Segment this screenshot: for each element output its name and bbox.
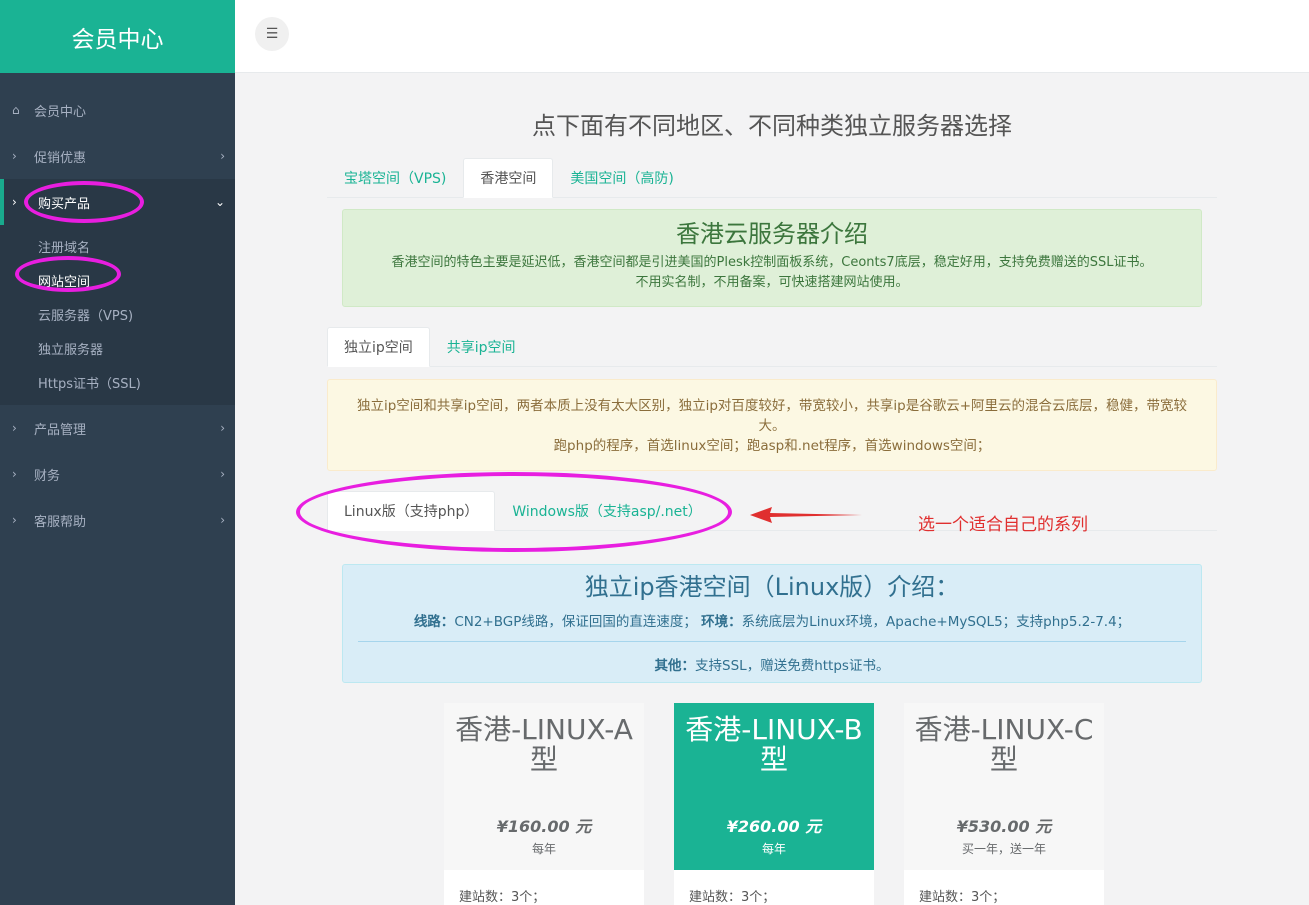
chevron-right-icon: › [220,421,225,435]
plan-price: ¥530.00 元 [956,817,1052,836]
chevron-right-icon: › [220,513,225,527]
region-tabs: 宝塔空间（VPS) 香港空间 美国空间（高防) [327,158,1217,198]
plan-feature: 建站数：3个； [459,890,546,905]
tab-windows[interactable]: Windows版（支持asp/.net） [495,491,718,531]
plan-name: 香港-LINUX-B型 [685,713,863,776]
sidebar-item-label: 促销优惠 [34,150,87,166]
sidebar-submenu: 注册域名 网站空间 云服务器（VPS) 独立服务器 Https证书（SSL) [0,225,235,405]
chevron-right-icon: › [220,149,225,163]
plan-name: 香港-LINUX-A型 [455,713,633,776]
submenu-item-domain[interactable]: 注册域名 [0,229,235,263]
ip-note-line: 跑php的程序，首选linux空间；跑asp和.net程序，首选windows空… [553,438,991,454]
plan-card[interactable]: 香港-LINUX-C型 ¥530.00 元 买一年，送一年 建站数：3个； [904,703,1104,905]
hk-intro-title: 香港云服务器介绍 [676,220,868,248]
plan-header: 香港-LINUX-B型 ¥260.00 元 每年 [674,703,874,870]
submenu-item-vps[interactable]: 云服务器（VPS) [0,297,235,331]
home-icon: ⌂ [12,103,20,117]
plan-period: 买一年，送一年 [961,842,1046,856]
tab-hongkong[interactable]: 香港空间 [463,158,554,198]
sidebar-item-member-center[interactable]: ⌂ 会员中心 [0,87,235,133]
hk-intro-line: 不用实名制，不用备案，可快速搭建网站使用。 [635,275,909,290]
tab-shared-ip[interactable]: 共享ip空间 [430,327,533,367]
chevron-right-icon: › [12,421,17,435]
tab-linux[interactable]: Linux版（支持php） [327,491,496,531]
plan-feature: 建站数：3个； [919,890,1006,905]
plan-header: 香港-LINUX-A型 ¥160.00 元 每年 [444,703,644,870]
chevron-right-icon: › [12,149,17,163]
plan-feature: 建站数：3个； [689,890,776,905]
arrow-icon [750,507,862,523]
chevron-right-icon: › [12,195,17,209]
hk-intro-line: 香港空间的特色主要是延迟低，香港空间都是引进美国的Plesk控制面板系统，Ceo… [391,255,1153,270]
sidebar-item-finance[interactable]: › 财务 › [0,451,235,497]
divider [358,641,1186,642]
other-label: 其他： [654,658,696,674]
route-text: CN2+BGP线路，保证回国的直连速度； [454,614,697,630]
sidebar-item-label: 购买产品 [38,196,91,212]
sidebar-item-label: 会员中心 [34,104,87,120]
main-content: 点下面有不同地区、不同种类独立服务器选择 宝塔空间（VPS) 香港空间 美国空间… [235,74,1309,905]
other-text: 支持SSL，赠送免费https证书。 [695,658,890,674]
linux-intro-title: 独立ip香港空间（Linux版）介绍： [584,573,960,601]
chevron-right-icon: › [12,467,17,481]
plan-period: 每年 [761,842,786,856]
chevron-down-icon: ⌄ [214,195,225,209]
annotation-text: 选一个适合自己的系列 [918,515,1088,535]
tab-usa[interactable]: 美国空间（高防) [553,158,690,198]
ip-note-box: 独立ip空间和共享ip空间，两者本质上没有太大区别，独立ip对百度较好，带宽较小… [327,379,1217,471]
env-label: 环境： [701,614,742,630]
plan-name: 香港-LINUX-C型 [914,713,1094,776]
linux-intro-line: 其他：支持SSL，赠送免费https证书。 [343,654,1201,674]
brand-title[interactable]: 会员中心 [0,0,235,73]
chevron-right-icon: › [220,467,225,481]
tab-dedicated-ip[interactable]: 独立ip空间 [327,327,430,367]
sidebar: 会员中心 ⌂ 会员中心 › 促销优惠 › › 购买产品 ⌄ 注册域名 网站空间 … [0,0,235,905]
plan-card[interactable]: 香港-LINUX-B型 ¥260.00 元 每年 建站数：3个； [674,703,874,905]
hk-intro-text: 香港空间的特色主要是延迟低，香港空间都是引进美国的Plesk控制面板系统，Ceo… [343,253,1201,293]
topbar: ☰ [235,0,1309,73]
sidebar-nav: ⌂ 会员中心 › 促销优惠 › › 购买产品 ⌄ 注册域名 网站空间 云服务器（… [0,87,235,543]
tab-bt-vps[interactable]: 宝塔空间（VPS) [327,158,463,198]
sidebar-item-support[interactable]: › 客服帮助 › [0,497,235,543]
linux-intro-box: 独立ip香港空间（Linux版）介绍： 线路：CN2+BGP线路，保证回国的直连… [342,564,1202,683]
plan-period: 每年 [531,842,556,856]
submenu-item-web-hosting[interactable]: 网站空间 [0,263,235,297]
page-title: 点下面有不同地区、不同种类独立服务器选择 [532,112,1012,140]
route-label: 线路： [413,614,455,630]
sidebar-item-label: 产品管理 [34,422,87,438]
ip-note-line: 独立ip空间和共享ip空间，两者本质上没有太大区别，独立ip对百度较好，带宽较小… [356,398,1188,434]
sidebar-item-buy-products[interactable]: › 购买产品 ⌄ [0,179,235,225]
submenu-item-dedicated-server[interactable]: 独立服务器 [0,331,235,365]
sidebar-item-promotions[interactable]: › 促销优惠 › [0,133,235,179]
sidebar-item-label: 财务 [34,468,61,484]
hk-intro-box: 香港云服务器介绍 香港空间的特色主要是延迟低，香港空间都是引进美国的Plesk控… [342,209,1202,307]
sidebar-item-product-management[interactable]: › 产品管理 › [0,405,235,451]
linux-intro-line: 线路：CN2+BGP线路，保证回国的直连速度； 环境：系统底层为Linux环境，… [343,610,1201,630]
plan-price: ¥160.00 元 [496,817,592,836]
submenu-item-ssl[interactable]: Https证书（SSL) [0,365,235,399]
plan-price: ¥260.00 元 [726,817,822,836]
ip-tabs: 独立ip空间 共享ip空间 [327,327,1217,367]
plan-card[interactable]: 香港-LINUX-A型 ¥160.00 元 每年 建站数：3个； [444,703,644,905]
sidebar-item-label: 客服帮助 [34,514,87,530]
env-text: 系统底层为Linux环境，Apache+MySQL5；支持php5.2-7.4； [741,614,1131,630]
hamburger-icon[interactable]: ☰ [255,17,289,51]
chevron-right-icon: › [12,513,17,527]
plan-header: 香港-LINUX-C型 ¥530.00 元 买一年，送一年 [904,703,1104,870]
